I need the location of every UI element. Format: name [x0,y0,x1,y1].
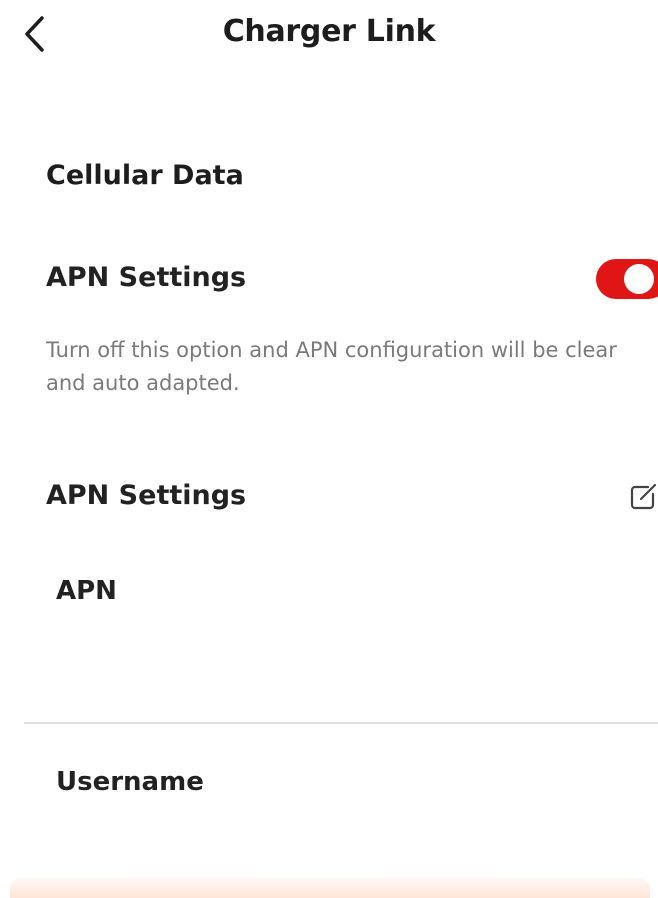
apn-settings-heading: APN Settings [46,480,247,511]
username-field[interactable] [24,812,658,872]
apn-settings-toggle[interactable] [596,259,658,299]
apn-field[interactable] [24,620,658,710]
cellular-data-title: Cellular Data [46,160,244,191]
charger-link-screen: Charger Link Cellular Data APN Settings … [0,0,658,898]
toggle-knob [624,264,654,294]
apn-toggle-description: Turn off this option and APN configurati… [46,338,617,395]
apn-field-label: APN [56,576,117,606]
edit-apn-button[interactable] [628,482,658,512]
edit-icon [630,483,657,510]
divider [24,722,658,724]
header: Charger Link [0,0,658,72]
page-title: Charger Link [222,14,436,49]
apn-toggle-label: APN Settings [46,262,247,293]
bottom-shadow [10,878,650,898]
username-field-label: Username [56,767,204,797]
